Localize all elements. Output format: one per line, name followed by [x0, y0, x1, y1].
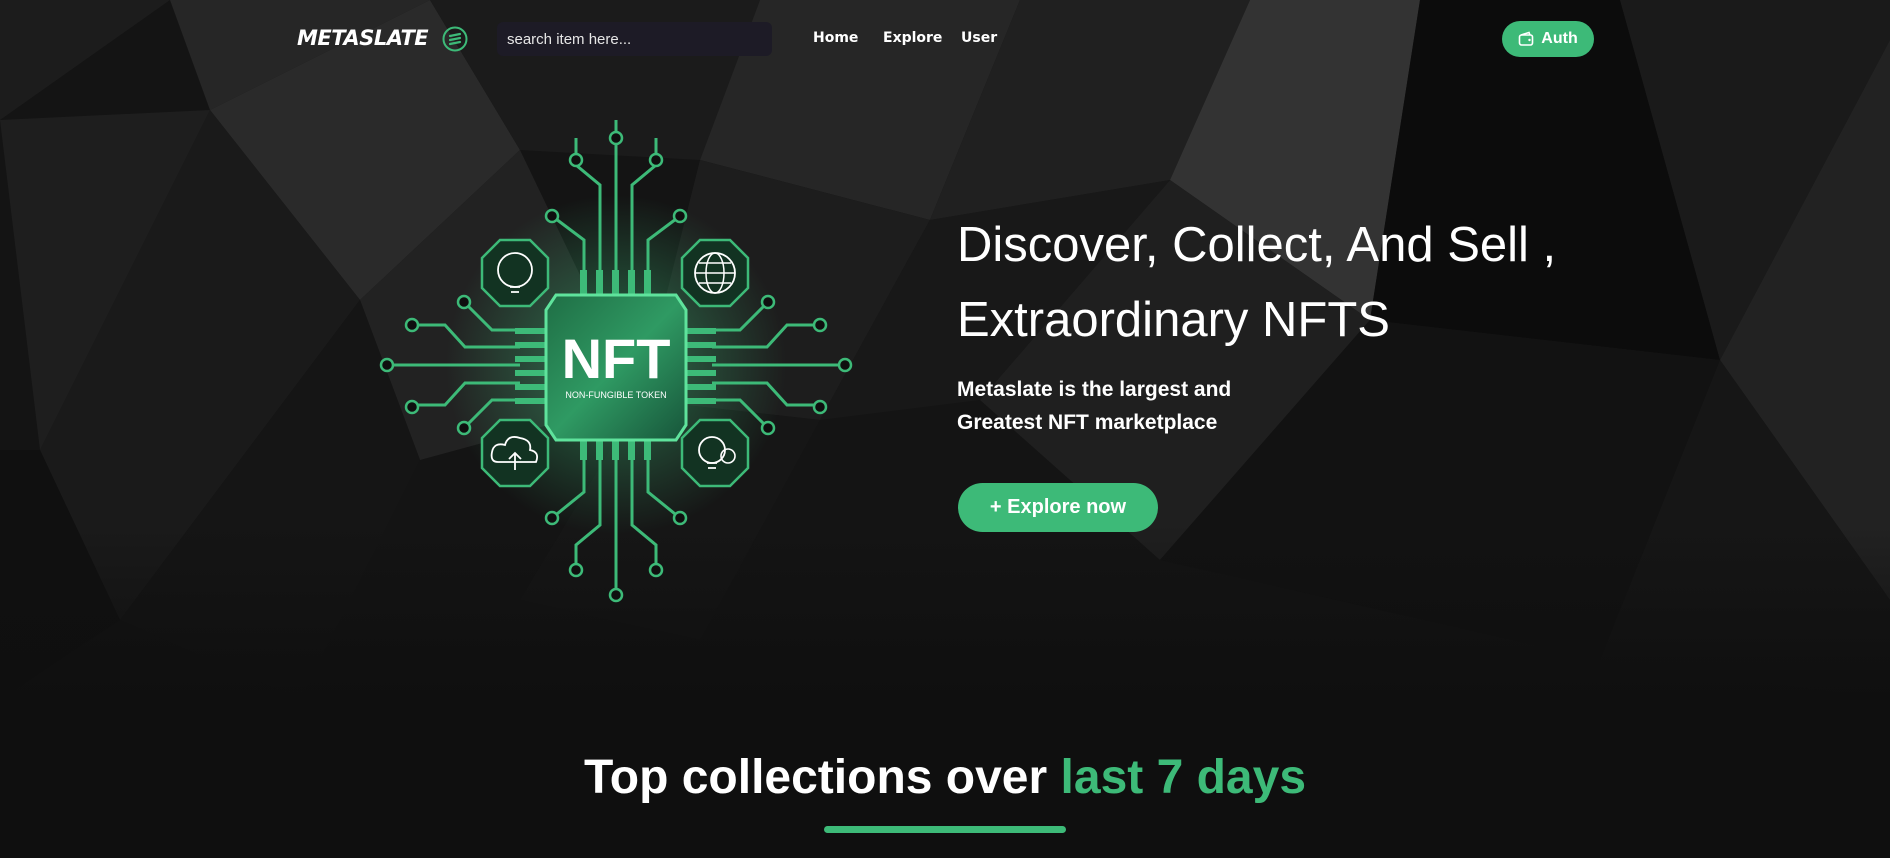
- nav-explore[interactable]: Explore: [883, 30, 942, 46]
- brain-bulb-icon: [480, 238, 550, 308]
- site-logo[interactable]: METASLATE: [297, 26, 429, 50]
- nav-user[interactable]: User: [961, 30, 997, 46]
- explore-now-button[interactable]: + Explore now: [958, 483, 1158, 532]
- hero-subtitle: Metaslate is the largest and Greatest NF…: [957, 373, 1287, 439]
- globe-icon: [680, 238, 750, 308]
- section-underline: [824, 826, 1066, 833]
- chip-text: NFT: [562, 327, 671, 390]
- logo-mark-icon[interactable]: [442, 26, 468, 52]
- chip-subtext: NON-FUNGIBLE TOKEN: [565, 390, 666, 400]
- top-navbar: METASLATE Home Explore User Auth: [0, 0, 1890, 78]
- bulb-gear-icon: [680, 418, 750, 488]
- nft-chip-illustration: NFT NON-FUNGIBLE TOKEN: [379, 120, 853, 603]
- wallet-icon: [1518, 31, 1534, 46]
- hero-title: Discover, Collect, And Sell , Extraordin…: [957, 208, 1657, 358]
- hero-title-line1: Discover, Collect, And Sell ,: [957, 218, 1557, 272]
- section-title-prefix: Top collections over: [583, 751, 1048, 804]
- search-input[interactable]: [497, 22, 772, 56]
- nav-home[interactable]: Home: [813, 30, 858, 46]
- auth-label: Auth: [1541, 30, 1578, 47]
- section-title-highlight: last 7 days: [1060, 751, 1307, 804]
- hero-title-line2: Extraordinary NFTS: [957, 293, 1390, 347]
- hero-subtitle-line2: Greatest NFT marketplace: [957, 411, 1218, 434]
- hero-subtitle-line1: Metaslate is the largest and: [957, 378, 1232, 401]
- section-title: Top collections over last 7 days: [0, 750, 1890, 805]
- auth-button[interactable]: Auth: [1502, 21, 1594, 57]
- cloud-upload-icon: [480, 418, 550, 488]
